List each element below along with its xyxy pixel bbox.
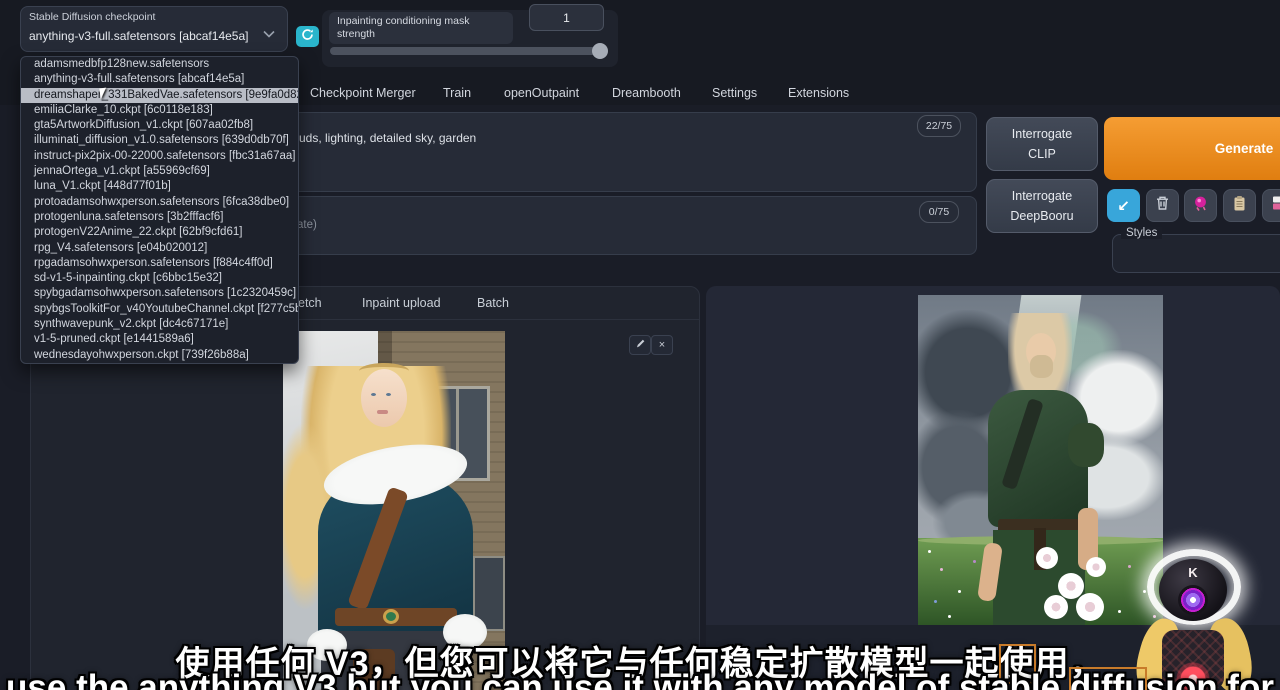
- eye-shape: [371, 393, 376, 396]
- checkpoint-option[interactable]: rpgadamsohwxperson.safetensors [f884c4ff…: [21, 256, 298, 271]
- clear-prompt-button[interactable]: [1146, 189, 1179, 222]
- checkpoint-option[interactable]: spybgadamsohwxperson.safetensors [1c2320…: [21, 286, 298, 301]
- paste-parameters-button[interactable]: ↙: [1107, 189, 1140, 222]
- edit-image-button[interactable]: [629, 335, 651, 355]
- tab-extensions[interactable]: Extensions: [788, 86, 849, 100]
- mask-strength-label: Inpainting conditioning mask strength: [329, 12, 513, 44]
- eye-shape: [386, 393, 391, 396]
- apply-styles-button[interactable]: [1223, 189, 1256, 222]
- mask-strength-value[interactable]: 1: [529, 4, 604, 31]
- checkpoint-dropdown[interactable]: Stable Diffusion checkpoint anything-v3-…: [20, 6, 288, 52]
- save-icon: [1271, 195, 1280, 216]
- flower-dots-shape: [928, 550, 931, 553]
- negative-token-counter: 0/75: [919, 201, 959, 223]
- generate-button[interactable]: Generate: [1104, 117, 1280, 180]
- flower-shape: [1086, 557, 1106, 577]
- save-style-button[interactable]: [1262, 189, 1280, 222]
- subtitle-en-part2: sion for: [1146, 668, 1274, 690]
- checkpoint-option[interactable]: protogenV22Anime_22.ckpt [62bf9cfd61]: [21, 225, 298, 240]
- tab-inpaint-sketch[interactable]: etch: [298, 296, 322, 310]
- slider-handle[interactable]: [592, 43, 608, 59]
- close-icon: ×: [659, 339, 665, 351]
- tab-inpaint-upload[interactable]: Inpaint upload: [362, 296, 441, 310]
- checkpoint-option[interactable]: protoadamsohwxperson.safetensors [6fca38…: [21, 195, 298, 210]
- checkpoint-option[interactable]: anything-v3-full.safetensors [abcaf14e5a…: [21, 72, 298, 87]
- trash-icon: [1155, 195, 1170, 216]
- checkpoint-option[interactable]: adamsmedbfp128new.safetensors: [21, 57, 298, 72]
- tab-train[interactable]: Train: [443, 86, 471, 100]
- subtitle-en-part1: use the anything V3 but you can use it w…: [6, 668, 1070, 690]
- flower-shape: [1076, 593, 1104, 621]
- styles-label: Styles: [1121, 227, 1162, 239]
- buckle-shape: [383, 609, 399, 624]
- checkpoint-option[interactable]: emiliaClarke_10.ckpt [6c0118e183]: [21, 103, 298, 118]
- checkpoint-value: anything-v3-full.safetensors [abcaf14e5a…: [29, 29, 248, 43]
- flower-shape: [1044, 595, 1068, 619]
- mask-strength-group: Inpainting conditioning mask strength 1: [322, 10, 618, 67]
- result-image[interactable]: [918, 295, 1163, 625]
- tab-checkpoint-merger[interactable]: Checkpoint Merger: [310, 86, 416, 100]
- man-beard-shape: [1030, 355, 1053, 378]
- clipboard-icon: [1232, 195, 1247, 217]
- subtitle-en-highlight: diffu: [1070, 668, 1146, 690]
- avatar-head: K: [1159, 559, 1227, 621]
- checkpoint-option[interactable]: luna_V1.ckpt [448d77f01b]: [21, 179, 298, 194]
- headband-shape: [359, 363, 409, 379]
- tab-dreambooth[interactable]: Dreambooth: [612, 86, 681, 100]
- mask-strength-slider[interactable]: [330, 47, 606, 55]
- avatar-letter: K: [1159, 565, 1227, 580]
- checkpoint-option[interactable]: spybgsToolkitFor_v40YoutubeChannel.ckpt …: [21, 302, 298, 317]
- sleeve-shape: [1068, 423, 1104, 467]
- checkpoint-option[interactable]: sd-v1-5-inpainting.ckpt [c6bbc15e32]: [21, 271, 298, 286]
- negative-prompt-placeholder: ate): [297, 219, 317, 231]
- app-window: 22/75 uds, lighting, detailed sky, garde…: [0, 0, 1280, 690]
- checkpoint-option[interactable]: protogenluna.safetensors [3b2fffacf6]: [21, 210, 298, 225]
- checkpoint-label: Stable Diffusion checkpoint: [29, 11, 155, 23]
- checkpoint-option[interactable]: synthwavepunk_v2.ckpt [dc4c67171e]: [21, 317, 298, 332]
- checkpoint-option[interactable]: wednesdayohwxperson.ckpt [739f26b88a]: [21, 348, 298, 363]
- avatar-eye: [1178, 585, 1208, 615]
- checkpoint-option[interactable]: gta5ArtworkDiffusion_v1.ckpt [607aa02fb8…: [21, 118, 298, 133]
- checkpoint-option[interactable]: v1-5-pruned.ckpt [e1441589a6]: [21, 332, 298, 347]
- palette-icon: [1192, 195, 1209, 217]
- paste-arrow-icon: ↙: [1117, 197, 1130, 215]
- checkpoint-option[interactable]: instruct-pix2pix-00-22000.safetensors [f…: [21, 149, 298, 164]
- styles-palette-button[interactable]: [1184, 189, 1217, 222]
- checkpoint-option[interactable]: jennaOrtega_v1.ckpt [a55969cf69]: [21, 164, 298, 179]
- lips-shape: [377, 410, 388, 414]
- remove-image-button[interactable]: ×: [651, 335, 673, 355]
- flower-shape: [1036, 547, 1058, 569]
- tab-openoutpaint[interactable]: openOutpaint: [504, 86, 579, 100]
- tab-settings[interactable]: Settings: [712, 86, 757, 100]
- styles-select[interactable]: [1112, 234, 1280, 273]
- interrogate-deepbooru-button[interactable]: Interrogate DeepBooru: [986, 179, 1098, 233]
- checkpoint-dropdown-list: adamsmedbfp128new.safetensors anything-v…: [20, 56, 299, 364]
- refresh-icon: [301, 28, 314, 46]
- tab-batch[interactable]: Batch: [477, 296, 509, 310]
- refresh-checkpoints-button[interactable]: [296, 26, 319, 47]
- prompt-text: uds, lighting, detailed sky, garden: [299, 131, 476, 145]
- checkpoint-option[interactable]: illuminati_diffusion_v1.0.safetensors [6…: [21, 133, 298, 148]
- prompt-token-counter: 22/75: [917, 115, 961, 137]
- subtitle-line-en: use the anything V3 but you can use it w…: [0, 668, 1280, 690]
- mouse-cursor: [99, 88, 107, 100]
- flower-shape: [1058, 573, 1084, 599]
- pencil-icon: [635, 338, 646, 352]
- chevron-down-icon: [263, 25, 275, 43]
- checkpoint-option[interactable]: rpg_V4.safetensors [e04b020012]: [21, 241, 298, 256]
- interrogate-clip-button[interactable]: Interrogate CLIP: [986, 117, 1098, 171]
- checkpoint-option-highlighted[interactable]: dreamshaper_331BakedVae.safetensors [9e9…: [21, 88, 298, 103]
